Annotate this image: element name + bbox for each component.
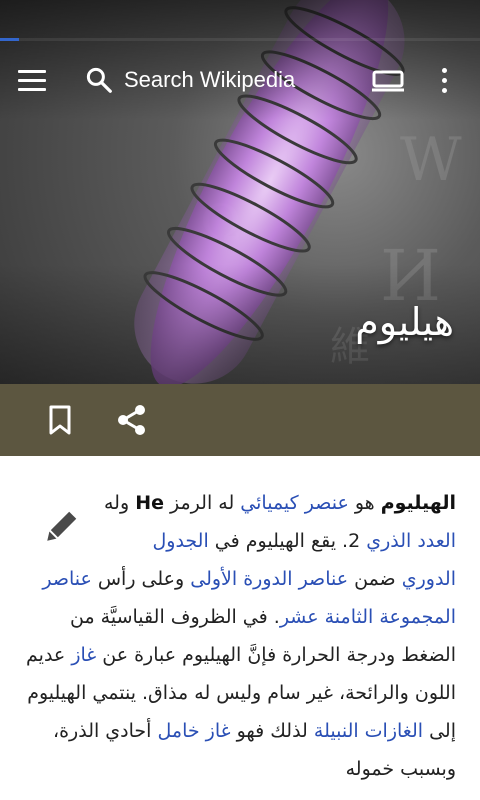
bookmark-icon[interactable] [42,402,78,438]
tabs-icon[interactable] [368,64,408,96]
loading-progress-bar [0,38,480,41]
toolbar: Search Wikipedia [0,52,480,108]
article-lead-paragraph: الهيليوم هو عنصر كيميائي له الرمز He وله… [26,492,456,780]
share-icon[interactable] [114,402,150,438]
link-noble-gases[interactable]: الغازات النبيلة [314,720,423,742]
link-gas[interactable]: غاز [71,644,96,666]
lead-image[interactable]: W И Ω 維 [0,0,480,384]
article-title: هيليوم [355,300,454,344]
menu-icon [18,69,46,73]
link-period-1[interactable]: عناصر الدورة الأولى [190,568,348,590]
search-icon [86,67,112,93]
wikipedia-app-screen: W И Ω 維 [0,0,480,800]
article-term: الهيليوم [380,492,456,514]
svg-text:W: W [400,125,462,195]
loading-progress-fill [0,38,20,41]
article-action-bar [0,384,480,456]
search-bar[interactable]: Search Wikipedia [84,58,344,102]
link-atomic-number[interactable]: العدد الذري [366,530,456,552]
menu-button[interactable] [18,62,62,98]
link-chemical-element[interactable]: عنصر كيميائي [240,492,348,514]
element-symbol: He [135,492,164,514]
overflow-menu-icon[interactable] [430,62,458,98]
search-placeholder: Search Wikipedia [124,67,296,92]
link-inert-gas[interactable]: غاز خامل [158,720,231,742]
